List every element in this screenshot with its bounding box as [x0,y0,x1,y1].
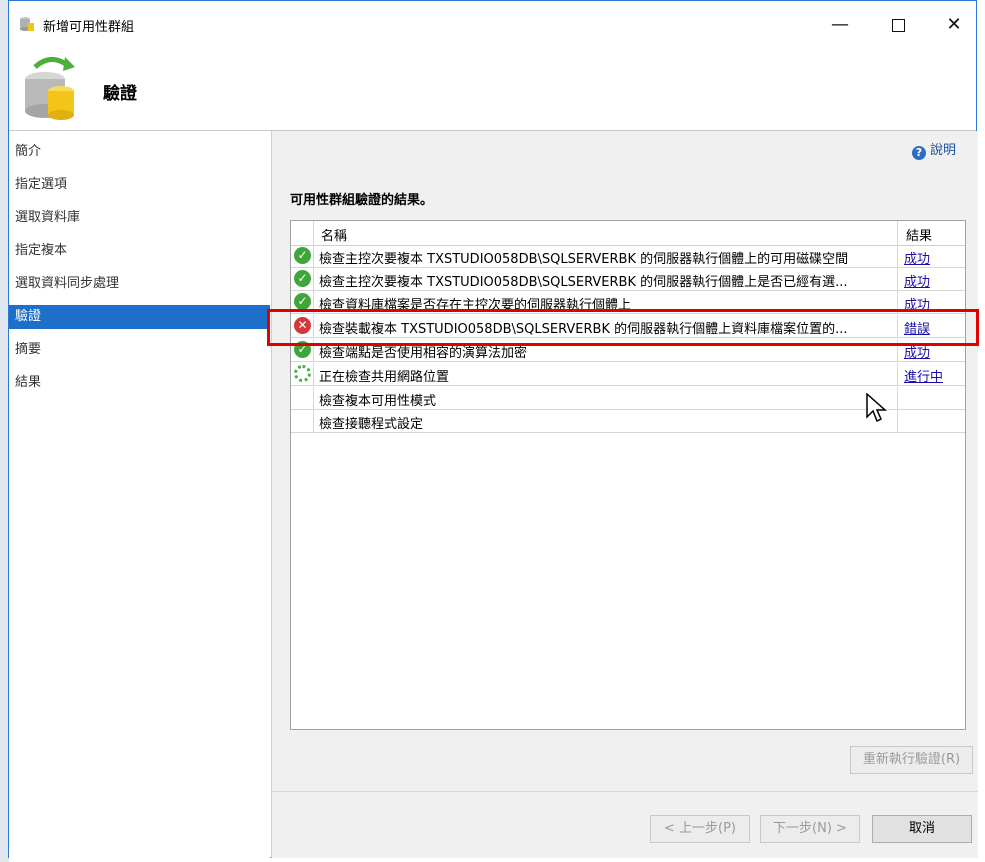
cell-divider [313,315,314,338]
nav-item-validation[interactable]: 驗證 [9,305,270,329]
row-name: 檢查主控次要複本 TXSTUDIO058DB\SQLSERVERBK 的伺服器執… [319,275,848,290]
result-link[interactable]: 成功 [904,342,930,361]
help-label: 說明 [929,143,956,158]
table-row[interactable]: ✓ 檢查主控次要複本 TXSTUDIO058DB\SQLSERVERBK 的伺服… [291,268,965,291]
nav-item-data-sync[interactable]: 選取資料同步處理 [9,272,270,296]
success-icon: ✓ [294,270,311,287]
wizard-steps-nav: 簡介 指定選項 選取資料庫 指定複本 選取資料同步處理 驗證 摘要 結果 [9,131,270,858]
section-title: 可用性群組驗證的結果。 [290,193,434,208]
result-link[interactable]: 進行中 [904,366,943,385]
column-divider [897,221,898,245]
table-row[interactable]: 檢查複本可用性模式 [291,387,965,410]
page-title: 驗證 [103,84,137,104]
availability-group-icon [20,17,34,31]
success-icon: ✓ [294,293,311,310]
wizard-window: 新增可用性群組 — ✕ 驗證 簡介 指定選項 選取資料庫 指定複本 選取資料同步… [8,0,978,858]
cell-divider [313,268,314,291]
help-icon: ? [911,146,926,160]
column-divider [313,221,314,245]
minimize-button[interactable]: — [817,9,863,41]
previous-button[interactable]: < 上一步(P) [650,815,750,843]
row-name: 檢查端點是否使用相容的演算法加密 [319,346,528,361]
cancel-button[interactable]: 取消 [872,815,972,843]
maximize-button[interactable] [875,9,921,41]
cell-divider [897,410,898,433]
result-link[interactable]: 成功 [904,248,930,267]
row-name: 檢查裝載複本 TXSTUDIO058DB\SQLSERVERBK 的伺服器執行個… [319,322,848,337]
table-row[interactable]: ✓ 檢查主控次要複本 TXSTUDIO058DB\SQLSERVERBK 的伺服… [291,245,965,268]
result-link[interactable]: 成功 [904,271,930,290]
result-link[interactable]: 成功 [904,294,930,313]
cell-divider [897,268,898,291]
cell-divider [313,245,314,268]
row-name: 檢查資料庫檔案是否存在主控次要的伺服器執行個體上 [319,298,632,313]
validation-results-grid[interactable]: 名稱 結果 ✓ 檢查主控次要複本 TXSTUDIO058DB\SQLSERVER… [290,220,966,730]
desktop-edge-right [977,0,985,862]
footer-divider [272,791,978,792]
cell-divider [313,410,314,433]
table-row[interactable]: ✕ 檢查裝載複本 TXSTUDIO058DB\SQLSERVERBK 的伺服器執… [291,315,965,338]
database-validate-icon [25,57,75,120]
error-icon: ✕ [294,317,311,334]
page-header: 驗證 [9,49,976,131]
cell-divider [897,387,898,410]
next-button[interactable]: 下一步(N) > [760,815,860,843]
cell-divider [313,387,314,410]
in-progress-icon [294,365,311,382]
help-link[interactable]: ? 說明 [911,139,956,160]
window-title: 新增可用性群組 [43,20,135,35]
nav-item-results[interactable]: 結果 [9,371,270,395]
mouse-cursor-icon [866,393,887,423]
cell-divider [897,363,898,386]
row-name: 檢查主控次要複本 TXSTUDIO058DB\SQLSERVERBK 的伺服器執… [319,252,849,267]
maximize-icon [891,18,905,32]
row-name: 檢查接聽程式設定 [319,417,424,432]
close-button[interactable]: ✕ [931,9,977,41]
nav-item-databases[interactable]: 選取資料庫 [9,206,270,230]
nav-item-intro[interactable]: 簡介 [9,140,270,164]
row-name: 檢查複本可用性模式 [319,394,437,409]
rerun-validation-button[interactable]: 重新執行驗證(R) [850,746,973,774]
cell-divider [897,245,898,268]
cell-divider [897,315,898,338]
row-name: 正在檢查共用網路位置 [319,370,450,385]
cell-divider [897,291,898,314]
nav-item-summary[interactable]: 摘要 [9,338,270,362]
title-bar[interactable]: 新增可用性群組 — ✕ [9,1,976,49]
table-row[interactable]: 檢查接聽程式設定 [291,410,965,433]
cell-divider [313,291,314,314]
grid-header: 名稱 結果 [291,221,965,246]
nav-item-replicas[interactable]: 指定複本 [9,239,270,263]
success-icon: ✓ [294,247,311,264]
success-icon: ✓ [294,341,311,358]
cell-divider [313,339,314,362]
nav-item-options[interactable]: 指定選項 [9,173,270,197]
table-row[interactable]: ✓ 檢查端點是否使用相容的演算法加密 成功 [291,339,965,362]
column-header-name[interactable]: 名稱 [321,225,347,244]
cell-divider [897,339,898,362]
result-link[interactable]: 錯誤 [904,318,930,337]
content-pane: ? 說明 可用性群組驗證的結果。 名稱 結果 ✓ 檢查主控次要複本 TXSTUDI… [271,131,978,858]
column-header-result[interactable]: 結果 [906,225,932,244]
table-row[interactable]: ✓ 檢查資料庫檔案是否存在主控次要的伺服器執行個體上 成功 [291,291,965,314]
table-row[interactable]: 正在檢查共用網路位置 進行中 [291,363,965,386]
cell-divider [313,363,314,386]
